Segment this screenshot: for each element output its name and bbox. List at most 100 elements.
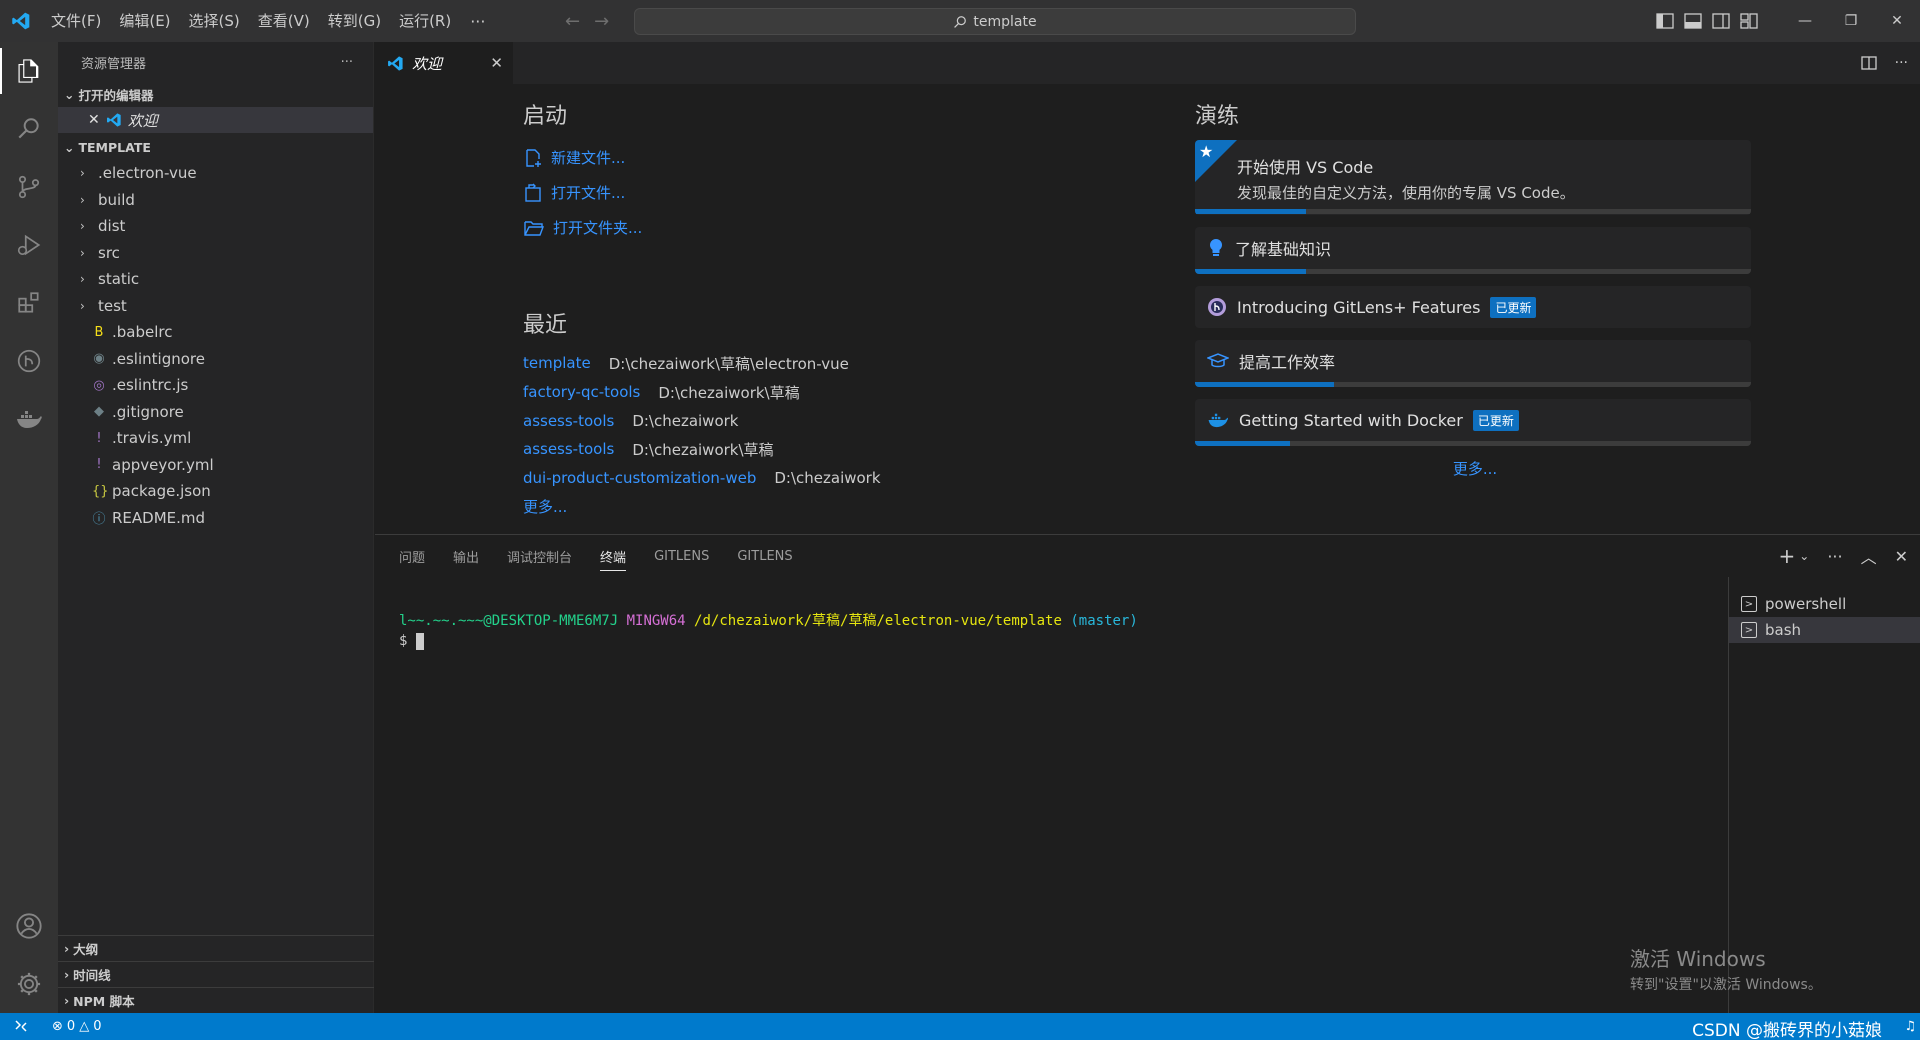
terminal-item-label: powershell — [1765, 595, 1847, 613]
outline-section[interactable]: › 大纲 — [58, 935, 374, 961]
npm-scripts-section[interactable]: › NPM 脚本 — [58, 987, 374, 1013]
recent-item-name[interactable]: factory-qc-tools — [523, 383, 640, 401]
tree-file-item[interactable]: B .babelrc — [58, 319, 373, 346]
file-name: .gitignore — [112, 402, 184, 421]
new-terminal-icon[interactable]: + — [1778, 544, 1795, 568]
tree-file-item[interactable]: ◉ .eslintignore — [58, 346, 373, 373]
walkthrough-progress — [1195, 441, 1751, 446]
panel-tab[interactable]: 终端 — [600, 547, 627, 571]
remote-icon[interactable] — [0, 1013, 42, 1040]
eslint-icon: ◎ — [93, 377, 105, 393]
tree-folder-item[interactable]: › static — [58, 266, 373, 293]
terminal-path: /d/chezaiwork/草稿/草稿/electron-vue/templat… — [694, 613, 1062, 629]
menu-go[interactable]: 转到(G) — [319, 0, 390, 42]
problems-status[interactable]: ⊗ 0 △ 0 — [42, 1019, 101, 1034]
menu-more-button[interactable]: ··· — [460, 12, 495, 31]
new-file-link[interactable]: 新建文件... — [523, 140, 1123, 175]
terminal-prompt: $ — [399, 633, 408, 649]
tree-folder-item[interactable]: › .electron-vue — [58, 160, 373, 187]
terminal-output[interactable]: l~~.~~.~~~@DESKTOP-MME6M7J MINGW64 /d/ch… — [399, 611, 1138, 651]
sidebar-title: 资源管理器 — [81, 56, 147, 72]
walkthrough-card[interactable]: Getting Started with Docker 已更新 — [1195, 399, 1751, 446]
account-icon[interactable] — [0, 897, 58, 955]
tree-file-item[interactable]: ◎ .eslintrc.js — [58, 372, 373, 399]
tree-file-item[interactable]: ◆ .gitignore — [58, 399, 373, 426]
tree-folder-item[interactable]: › src — [58, 240, 373, 267]
toggle-panel-icon[interactable] — [1684, 13, 1702, 29]
walkthrough-progress — [1195, 269, 1751, 274]
forward-arrow-icon[interactable]: → — [594, 11, 609, 32]
panel-tab[interactable]: 调试控制台 — [507, 547, 572, 566]
minimize-button[interactable]: — — [1782, 0, 1828, 42]
walkthrough-card[interactable]: 提高工作效率 — [1195, 340, 1751, 387]
toggle-primary-sidebar-icon[interactable] — [1656, 13, 1674, 29]
notifications-bell-icon[interactable]: ♫ — [1904, 1019, 1916, 1034]
open-editor-item[interactable]: ✕ 欢迎 — [58, 107, 373, 133]
search-view-icon[interactable] — [0, 100, 58, 158]
graduation-cap-icon — [1207, 353, 1229, 368]
extensions-icon[interactable] — [0, 274, 58, 332]
panel-tab[interactable]: GITLENS — [654, 549, 709, 564]
error-icon: ⊗ — [52, 1019, 63, 1034]
terminal-item-powershell[interactable]: > powershell — [1729, 591, 1920, 617]
open-editors-section[interactable]: ⌄ 打开的编辑器 — [58, 82, 373, 107]
terminal-item-bash[interactable]: > bash — [1729, 617, 1920, 643]
menu-edit[interactable]: 编辑(E) — [110, 0, 179, 42]
run-debug-icon[interactable] — [0, 216, 58, 274]
menu-run[interactable]: 运行(R) — [390, 0, 460, 42]
docker-icon[interactable] — [0, 390, 58, 448]
maximize-panel-icon[interactable]: ︿ — [1861, 544, 1877, 568]
close-panel-icon[interactable]: ✕ — [1895, 547, 1908, 566]
tree-folder-item[interactable]: › build — [58, 187, 373, 214]
split-editor-icon[interactable] — [1860, 55, 1877, 71]
source-control-icon[interactable] — [0, 158, 58, 216]
walkthrough-card[interactable]: 了解基础知识 — [1195, 227, 1751, 274]
recent-item-name[interactable]: template — [523, 354, 591, 372]
command-center-search[interactable]: template — [634, 8, 1356, 35]
menu-view[interactable]: 查看(V) — [249, 0, 319, 42]
close-window-button[interactable]: ✕ — [1874, 0, 1920, 42]
tab-welcome[interactable]: 欢迎 ✕ — [375, 42, 513, 84]
tree-file-item[interactable]: ⓘ README.md — [58, 505, 373, 532]
restore-button[interactable]: ❐ — [1828, 0, 1874, 42]
walkthrough-description: 发现最佳的自定义方法，使用你的专属 VS Code。 — [1237, 184, 1575, 202]
close-icon[interactable]: ✕ — [88, 112, 100, 128]
recent-more-link[interactable]: 更多... — [523, 496, 1123, 517]
walkthroughs-more-link[interactable]: 更多... — [1195, 458, 1755, 479]
back-arrow-icon[interactable]: ← — [565, 11, 580, 32]
toggle-secondary-sidebar-icon[interactable] — [1712, 13, 1730, 29]
editor-more-button[interactable]: ··· — [1895, 55, 1908, 71]
tree-file-item[interactable]: {} package.json — [58, 478, 373, 505]
panel-tab[interactable]: GITLENS — [737, 549, 792, 564]
customize-layout-icon[interactable] — [1740, 13, 1758, 29]
panel-tab[interactable]: 问题 — [399, 547, 425, 566]
tree-folder-item[interactable]: › dist — [58, 213, 373, 240]
open-editors-label: 打开的编辑器 — [78, 88, 154, 103]
walkthrough-card[interactable]: Introducing GitLens+ Features 已更新 — [1195, 286, 1751, 328]
tree-folder-item[interactable]: › test — [58, 293, 373, 320]
yaml-icon: ! — [96, 457, 102, 473]
gitlens-icon[interactable] — [0, 332, 58, 390]
timeline-section[interactable]: › 时间线 — [58, 961, 374, 987]
tree-file-item[interactable]: ! .travis.yml — [58, 425, 373, 452]
open-folder-link[interactable]: 打开文件夹... — [523, 210, 1123, 245]
chevron-down-icon[interactable]: ⌄ — [1799, 549, 1809, 563]
recent-item-name[interactable]: dui-product-customization-web — [523, 469, 756, 487]
file-name: .eslintignore — [112, 349, 205, 368]
recent-item-name[interactable]: assess-tools — [523, 412, 614, 430]
panel-tab[interactable]: 输出 — [453, 547, 479, 566]
explorer-icon[interactable] — [0, 42, 58, 100]
tree-file-item[interactable]: ! appveyor.yml — [58, 452, 373, 479]
recent-item-name[interactable]: assess-tools — [523, 440, 614, 458]
panel-more-button[interactable]: ··· — [1827, 547, 1842, 566]
walkthrough-featured-card[interactable]: ★ 开始使用 VS Code 发现最佳的自定义方法，使用你的专属 VS Code… — [1195, 140, 1751, 215]
open-file-link[interactable]: 打开文件... — [523, 175, 1123, 210]
menu-file[interactable]: 文件(F) — [42, 0, 110, 42]
folder-section[interactable]: ⌄ TEMPLATE — [58, 135, 373, 160]
folder-name: src — [98, 243, 120, 262]
chevron-down-icon: ⌄ — [64, 140, 75, 155]
settings-gear-icon[interactable] — [0, 955, 58, 1013]
tab-close-icon[interactable]: ✕ — [490, 54, 503, 72]
menu-selection[interactable]: 选择(S) — [180, 0, 249, 42]
sidebar-more-button[interactable]: ··· — [341, 55, 353, 70]
